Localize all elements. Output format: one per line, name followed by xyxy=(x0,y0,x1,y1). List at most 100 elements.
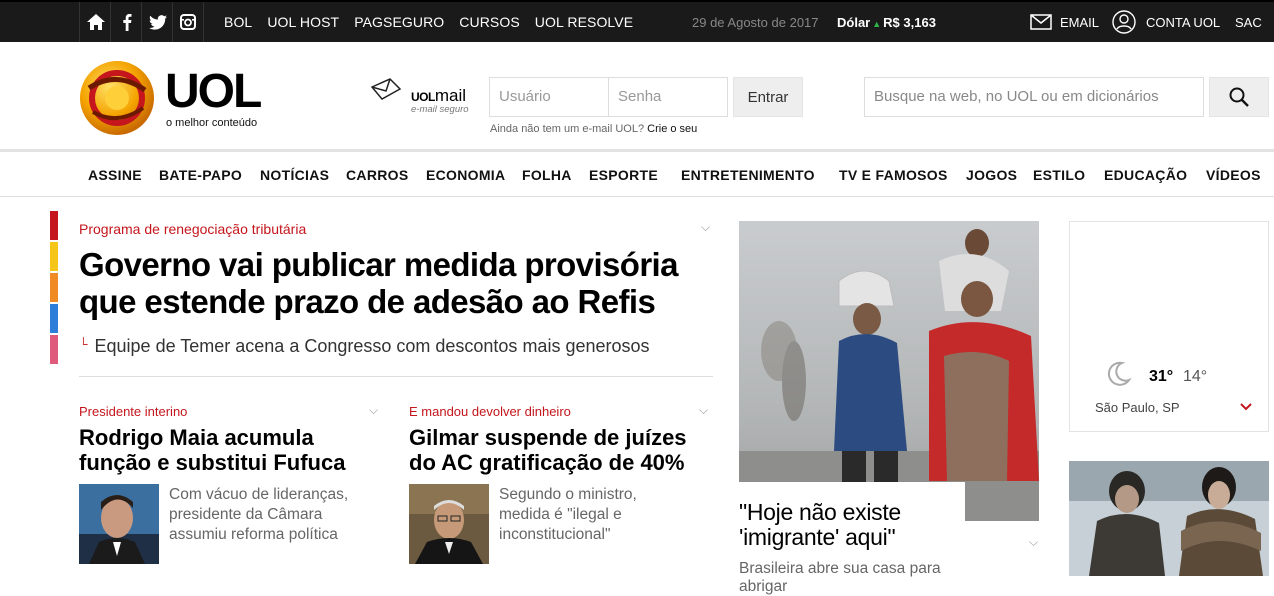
story-thumbnail[interactable] xyxy=(409,484,489,564)
chevron-down-icon[interactable]: ⌵ xyxy=(1029,535,1038,550)
signup-prompt: Ainda não tem um e-mail UOL? Crie o seu xyxy=(490,123,697,135)
story-title[interactable]: Gilmar suspende de juízes do AC gratific… xyxy=(409,425,687,475)
logo-tagline: o melhor conteúdo xyxy=(166,117,258,129)
main-story-kicker[interactable]: Programa de renegociação tributária xyxy=(79,221,306,237)
home-icon[interactable] xyxy=(79,2,111,42)
account-label: CONTA UOL xyxy=(1146,14,1221,30)
main-headline-line2: que estende prazo de adesão ao Refis xyxy=(79,283,656,320)
dollar-value: R$ 3,163 xyxy=(883,15,936,30)
mail-brand-mail: mail xyxy=(434,86,467,105)
user-icon xyxy=(1112,10,1136,34)
story-summary-line2: presidente da Câmara xyxy=(169,506,323,523)
story-summary-line3: inconstitucional" xyxy=(499,526,611,543)
story-title-line2: função e substitui Fufuca xyxy=(79,450,346,475)
site-header: UOL o melhor conteúdo UOLmail e-mail seg… xyxy=(0,42,1274,152)
color-bar xyxy=(50,211,58,240)
nav-item-esporte[interactable]: ESPORTE xyxy=(589,167,658,183)
main-nav: ASSINE BATE-PAPO NOTÍCIAS CARROS ECONOMI… xyxy=(0,155,1274,197)
side-photo[interactable] xyxy=(1069,461,1269,576)
nav-item-videos[interactable]: VÍDEOS xyxy=(1206,167,1261,183)
story-kicker[interactable]: E mandou devolver dinheiro xyxy=(409,404,571,419)
nav-item-folha[interactable]: FOLHA xyxy=(522,167,572,183)
story-summary[interactable]: Com vácuo de lideranças, presidente da C… xyxy=(169,485,348,545)
story-kicker[interactable]: Presidente interino xyxy=(79,404,187,419)
nav-item-educacao[interactable]: EDUCAÇÃO xyxy=(1104,167,1187,183)
sac-link[interactable]: SAC xyxy=(1235,2,1262,42)
nav-item-carros[interactable]: CARROS xyxy=(346,167,408,183)
instagram-icon[interactable] xyxy=(172,2,204,42)
link-bol[interactable]: BOL xyxy=(224,14,252,30)
account-link[interactable]: CONTA UOL xyxy=(1112,2,1220,42)
feature-caption[interactable]: "Hoje não existe 'imigrante' aqui" Brasi… xyxy=(733,482,965,595)
color-bar xyxy=(50,335,58,364)
main-related-link[interactable]: └ Equipe de Temer acena a Congresso com … xyxy=(79,336,650,357)
mail-tagline: e-mail seguro xyxy=(411,104,469,115)
link-uol-host[interactable]: UOL HOST xyxy=(267,14,339,30)
section-color-bars xyxy=(50,211,58,366)
signup-question: Ainda não tem um e-mail UOL? xyxy=(490,123,645,135)
moon-icon xyxy=(1107,361,1132,386)
story-title-line1: Gilmar suspende de juízes xyxy=(409,425,687,450)
sac-label: SAC xyxy=(1235,14,1262,30)
story-title-line2: do AC gratificação de 40% xyxy=(409,450,685,475)
logo-wordmark[interactable]: UOL xyxy=(165,68,262,116)
email-link[interactable]: EMAIL xyxy=(1030,2,1099,42)
chevron-down-icon[interactable]: ⌵ xyxy=(699,403,708,418)
nav-item-estilo[interactable]: ESTILO xyxy=(1033,167,1085,183)
chevron-down-icon[interactable] xyxy=(1239,402,1253,412)
temp-min: 14° xyxy=(1183,368,1208,385)
color-bar xyxy=(50,242,58,271)
feature-title-line2: 'imigrante' aqui" xyxy=(739,524,896,550)
story-title[interactable]: Rodrigo Maia acumula função e substitui … xyxy=(79,425,345,475)
password-input[interactable]: Senha xyxy=(608,77,728,117)
chevron-down-icon[interactable]: ⌵ xyxy=(369,403,378,418)
main-headline-line1: Governo vai publicar medida provisória xyxy=(79,246,678,283)
signup-link[interactable]: Crie o seu xyxy=(647,123,697,135)
dollar-quote[interactable]: Dólar ▲ R$ 3,163 xyxy=(837,15,936,30)
search-icon xyxy=(1229,87,1249,107)
nav-item-assine[interactable]: ASSINE xyxy=(88,167,142,183)
chevron-down-icon[interactable]: ⌵ xyxy=(701,220,710,235)
story-summary-line2: medida é "ilegal e xyxy=(499,506,622,523)
envelope-icon xyxy=(1030,14,1052,30)
dollar-label: Dólar xyxy=(837,15,871,30)
uol-logo-icon[interactable] xyxy=(79,60,155,141)
story-summary-line1: Com vácuo de lideranças, xyxy=(169,486,349,503)
color-bar xyxy=(50,304,58,333)
facebook-icon[interactable] xyxy=(110,2,142,42)
mail-brand-uol: UOL xyxy=(411,90,435,104)
username-input[interactable]: Usuário xyxy=(489,77,609,117)
partner-links: BOL UOL HOST PAGSEGURO CURSOS UOL RESOLV… xyxy=(224,2,648,42)
twitter-icon[interactable] xyxy=(141,2,173,42)
story-thumbnail[interactable] xyxy=(79,484,159,564)
search-input[interactable]: Busque na web, no UOL ou em dicionários xyxy=(864,77,1204,117)
feature-title: "Hoje não existe 'imigrante' aqui" xyxy=(739,500,901,550)
email-label: EMAIL xyxy=(1060,14,1100,30)
weather-widget: 31° 14° São Paulo, SP xyxy=(1069,221,1269,432)
feature-photo[interactable] xyxy=(739,221,1039,521)
nav-item-jogos[interactable]: JOGOS xyxy=(966,167,1017,183)
nav-item-bate-papo[interactable]: BATE-PAPO xyxy=(159,167,242,183)
link-pagseguro[interactable]: PAGSEGURO xyxy=(354,14,444,30)
related-arrow-icon: └ xyxy=(79,336,88,351)
link-uol-resolve[interactable]: UOL RESOLVE xyxy=(535,14,633,30)
search-button[interactable] xyxy=(1209,77,1269,117)
login-button[interactable]: Entrar xyxy=(733,77,803,117)
divider xyxy=(79,376,713,377)
story-summary-line1: Segundo o ministro, xyxy=(499,486,637,503)
story-summary-line3: assumiu reforma política xyxy=(169,526,338,543)
main-subhead: Equipe de Temer acena a Congresso com de… xyxy=(94,336,650,356)
link-cursos[interactable]: CURSOS xyxy=(459,14,520,30)
story-summary[interactable]: Segundo o ministro, medida é "ilegal e i… xyxy=(499,485,637,545)
nav-item-economia[interactable]: ECONOMIA xyxy=(426,167,505,183)
current-date: 29 de Agosto de 2017 xyxy=(692,15,819,30)
temp-max: 31° xyxy=(1149,368,1174,385)
top-bar: BOL UOL HOST PAGSEGURO CURSOS UOL RESOLV… xyxy=(0,0,1274,42)
nav-item-entretenimento[interactable]: ENTRETENIMENTO xyxy=(681,167,815,183)
color-bar xyxy=(50,273,58,302)
nav-item-tv-e-famosos[interactable]: TV E FAMOSOS xyxy=(839,167,948,183)
feature-subtitle: Brasileira abre sua casa para abrigar xyxy=(739,560,941,595)
main-headline[interactable]: Governo vai publicar medida provisória q… xyxy=(79,246,678,320)
nav-item-noticias[interactable]: NOTÍCIAS xyxy=(260,167,329,183)
story-title-line1: Rodrigo Maia acumula xyxy=(79,425,314,450)
